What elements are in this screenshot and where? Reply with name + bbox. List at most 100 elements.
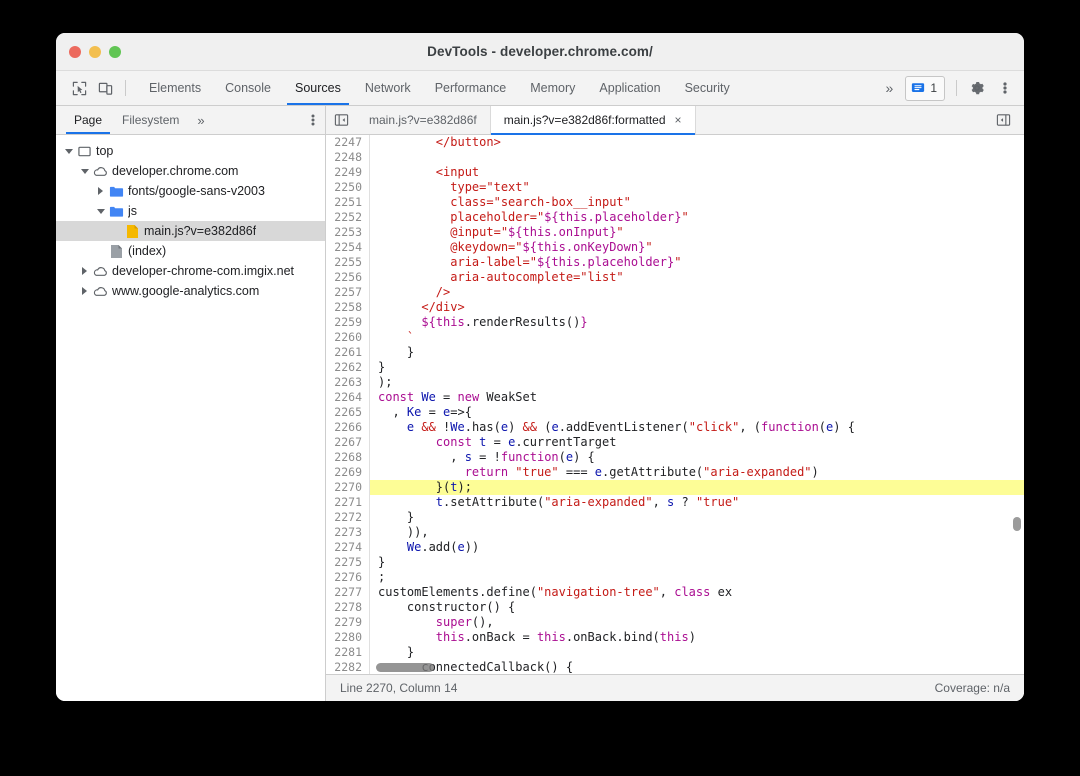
editor-tab-main-js[interactable]: main.js?v=e382d86f: [356, 106, 491, 134]
code-line[interactable]: 2268 , s = !function(e) {: [326, 450, 1024, 465]
code-line[interactable]: 2253 @input="${this.onInput}": [326, 225, 1024, 240]
close-icon[interactable]: ×: [675, 114, 682, 126]
code-line[interactable]: 2280 this.onBack = this.onBack.bind(this…: [326, 630, 1024, 645]
twisty-collapsed-icon[interactable]: [94, 187, 107, 195]
code-line[interactable]: 2269 return "true" === e.getAttribute("a…: [326, 465, 1024, 480]
code-line[interactable]: 2255 aria-label="${this.placeholder}": [326, 255, 1024, 270]
tab-performance[interactable]: Performance: [423, 71, 519, 105]
line-number[interactable]: 2278: [326, 600, 370, 615]
line-number[interactable]: 2247: [326, 135, 370, 150]
tree-item-js[interactable]: js: [56, 201, 325, 221]
more-panels-chevron-icon[interactable]: »: [876, 80, 904, 96]
line-number[interactable]: 2263: [326, 375, 370, 390]
code-line[interactable]: 2259 ${this.renderResults()}: [326, 315, 1024, 330]
line-number[interactable]: 2272: [326, 510, 370, 525]
maximize-window-button[interactable]: [109, 46, 121, 58]
twisty-expanded-icon[interactable]: [94, 209, 107, 214]
line-number[interactable]: 2268: [326, 450, 370, 465]
code-line[interactable]: 2278 constructor() {: [326, 600, 1024, 615]
line-number[interactable]: 2248: [326, 150, 370, 165]
code-line[interactable]: 2265 , Ke = e=>{: [326, 405, 1024, 420]
code-line[interactable]: 2261 }: [326, 345, 1024, 360]
collapse-sidebar-icon[interactable]: [326, 106, 356, 134]
tree-item-top[interactable]: top: [56, 141, 325, 161]
code-line[interactable]: 2251 class="search-box__input": [326, 195, 1024, 210]
line-number[interactable]: 2256: [326, 270, 370, 285]
line-number[interactable]: 2255: [326, 255, 370, 270]
code-line[interactable]: 2264const We = new WeakSet: [326, 390, 1024, 405]
line-number[interactable]: 2269: [326, 465, 370, 480]
line-number[interactable]: 2257: [326, 285, 370, 300]
code-line[interactable]: 2279 super(),: [326, 615, 1024, 630]
tree-item--index-[interactable]: (index): [56, 241, 325, 261]
code-line[interactable]: 2254 @keydown="${this.onKeyDown}": [326, 240, 1024, 255]
editor-horizontal-scrollbar[interactable]: [376, 663, 434, 672]
line-number[interactable]: 2252: [326, 210, 370, 225]
code-line[interactable]: 2281 }: [326, 645, 1024, 660]
inspect-element-icon[interactable]: [66, 76, 92, 100]
line-number[interactable]: 2258: [326, 300, 370, 315]
tree-item-main-js-v-e382d86f[interactable]: main.js?v=e382d86f: [56, 221, 325, 241]
code-editor[interactable]: 2247 </button>22482249 <input2250 type="…: [326, 135, 1024, 674]
line-number[interactable]: 2250: [326, 180, 370, 195]
line-number[interactable]: 2254: [326, 240, 370, 255]
tab-elements[interactable]: Elements: [137, 71, 213, 105]
line-number[interactable]: 2264: [326, 390, 370, 405]
message-count-badge[interactable]: 1: [905, 76, 945, 101]
line-number[interactable]: 2281: [326, 645, 370, 660]
line-number[interactable]: 2277: [326, 585, 370, 600]
code-line[interactable]: 2256 aria-autocomplete="list": [326, 270, 1024, 285]
tab-application[interactable]: Application: [587, 71, 672, 105]
line-number[interactable]: 2262: [326, 360, 370, 375]
minimize-window-button[interactable]: [89, 46, 101, 58]
line-number[interactable]: 2271: [326, 495, 370, 510]
twisty-collapsed-icon[interactable]: [78, 287, 91, 295]
line-number[interactable]: 2275: [326, 555, 370, 570]
navigator-overflow-chevron-icon[interactable]: »: [189, 106, 212, 134]
tree-item-developer-chrome-com[interactable]: developer.chrome.com: [56, 161, 325, 181]
code-line[interactable]: 2263);: [326, 375, 1024, 390]
code-line[interactable]: 2247 </button>: [326, 135, 1024, 150]
code-line[interactable]: 2271 t.setAttribute("aria-expanded", s ?…: [326, 495, 1024, 510]
line-number[interactable]: 2267: [326, 435, 370, 450]
editor-vertical-scrollbar[interactable]: [1013, 517, 1021, 531]
device-toolbar-icon[interactable]: [92, 76, 118, 100]
gear-icon[interactable]: [964, 76, 990, 100]
line-number[interactable]: 2265: [326, 405, 370, 420]
tab-console[interactable]: Console: [213, 71, 283, 105]
code-line[interactable]: 2252 placeholder="${this.placeholder}": [326, 210, 1024, 225]
line-number[interactable]: 2266: [326, 420, 370, 435]
editor-tab-main-js-formatted[interactable]: main.js?v=e382d86f:formatted ×: [491, 106, 696, 134]
code-line[interactable]: 2275}: [326, 555, 1024, 570]
code-line[interactable]: 2272 }: [326, 510, 1024, 525]
line-number[interactable]: 2282: [326, 660, 370, 674]
nav-tab-filesystem[interactable]: Filesystem: [112, 106, 189, 134]
line-number[interactable]: 2273: [326, 525, 370, 540]
code-line[interactable]: 2250 type="text": [326, 180, 1024, 195]
line-number[interactable]: 2253: [326, 225, 370, 240]
code-line[interactable]: 2258 </div>: [326, 300, 1024, 315]
tree-item-developer-chrome-com-imgix-net[interactable]: developer-chrome-com.imgix.net: [56, 261, 325, 281]
tab-security[interactable]: Security: [673, 71, 742, 105]
tab-sources[interactable]: Sources: [283, 71, 353, 105]
tree-item-fonts-google-sans-v2003[interactable]: fonts/google-sans-v2003: [56, 181, 325, 201]
tree-item-www-google-analytics-com[interactable]: www.google-analytics.com: [56, 281, 325, 301]
code-line[interactable]: 2267 const t = e.currentTarget: [326, 435, 1024, 450]
line-number[interactable]: 2274: [326, 540, 370, 555]
code-line[interactable]: 2260 `: [326, 330, 1024, 345]
twisty-collapsed-icon[interactable]: [78, 267, 91, 275]
code-line[interactable]: 2273 )),: [326, 525, 1024, 540]
twisty-expanded-icon[interactable]: [62, 149, 75, 154]
twisty-expanded-icon[interactable]: [78, 169, 91, 174]
navigator-kebab-menu-icon[interactable]: [305, 106, 325, 134]
code-line[interactable]: 2257 />: [326, 285, 1024, 300]
nav-tab-page[interactable]: Page: [64, 106, 112, 134]
code-line[interactable]: 2249 <input: [326, 165, 1024, 180]
code-line[interactable]: 2248: [326, 150, 1024, 165]
line-number[interactable]: 2249: [326, 165, 370, 180]
line-number[interactable]: 2276: [326, 570, 370, 585]
code-line[interactable]: 2270 }(t);: [326, 480, 1024, 495]
line-number[interactable]: 2251: [326, 195, 370, 210]
line-number[interactable]: 2279: [326, 615, 370, 630]
kebab-menu-icon[interactable]: [992, 76, 1018, 100]
